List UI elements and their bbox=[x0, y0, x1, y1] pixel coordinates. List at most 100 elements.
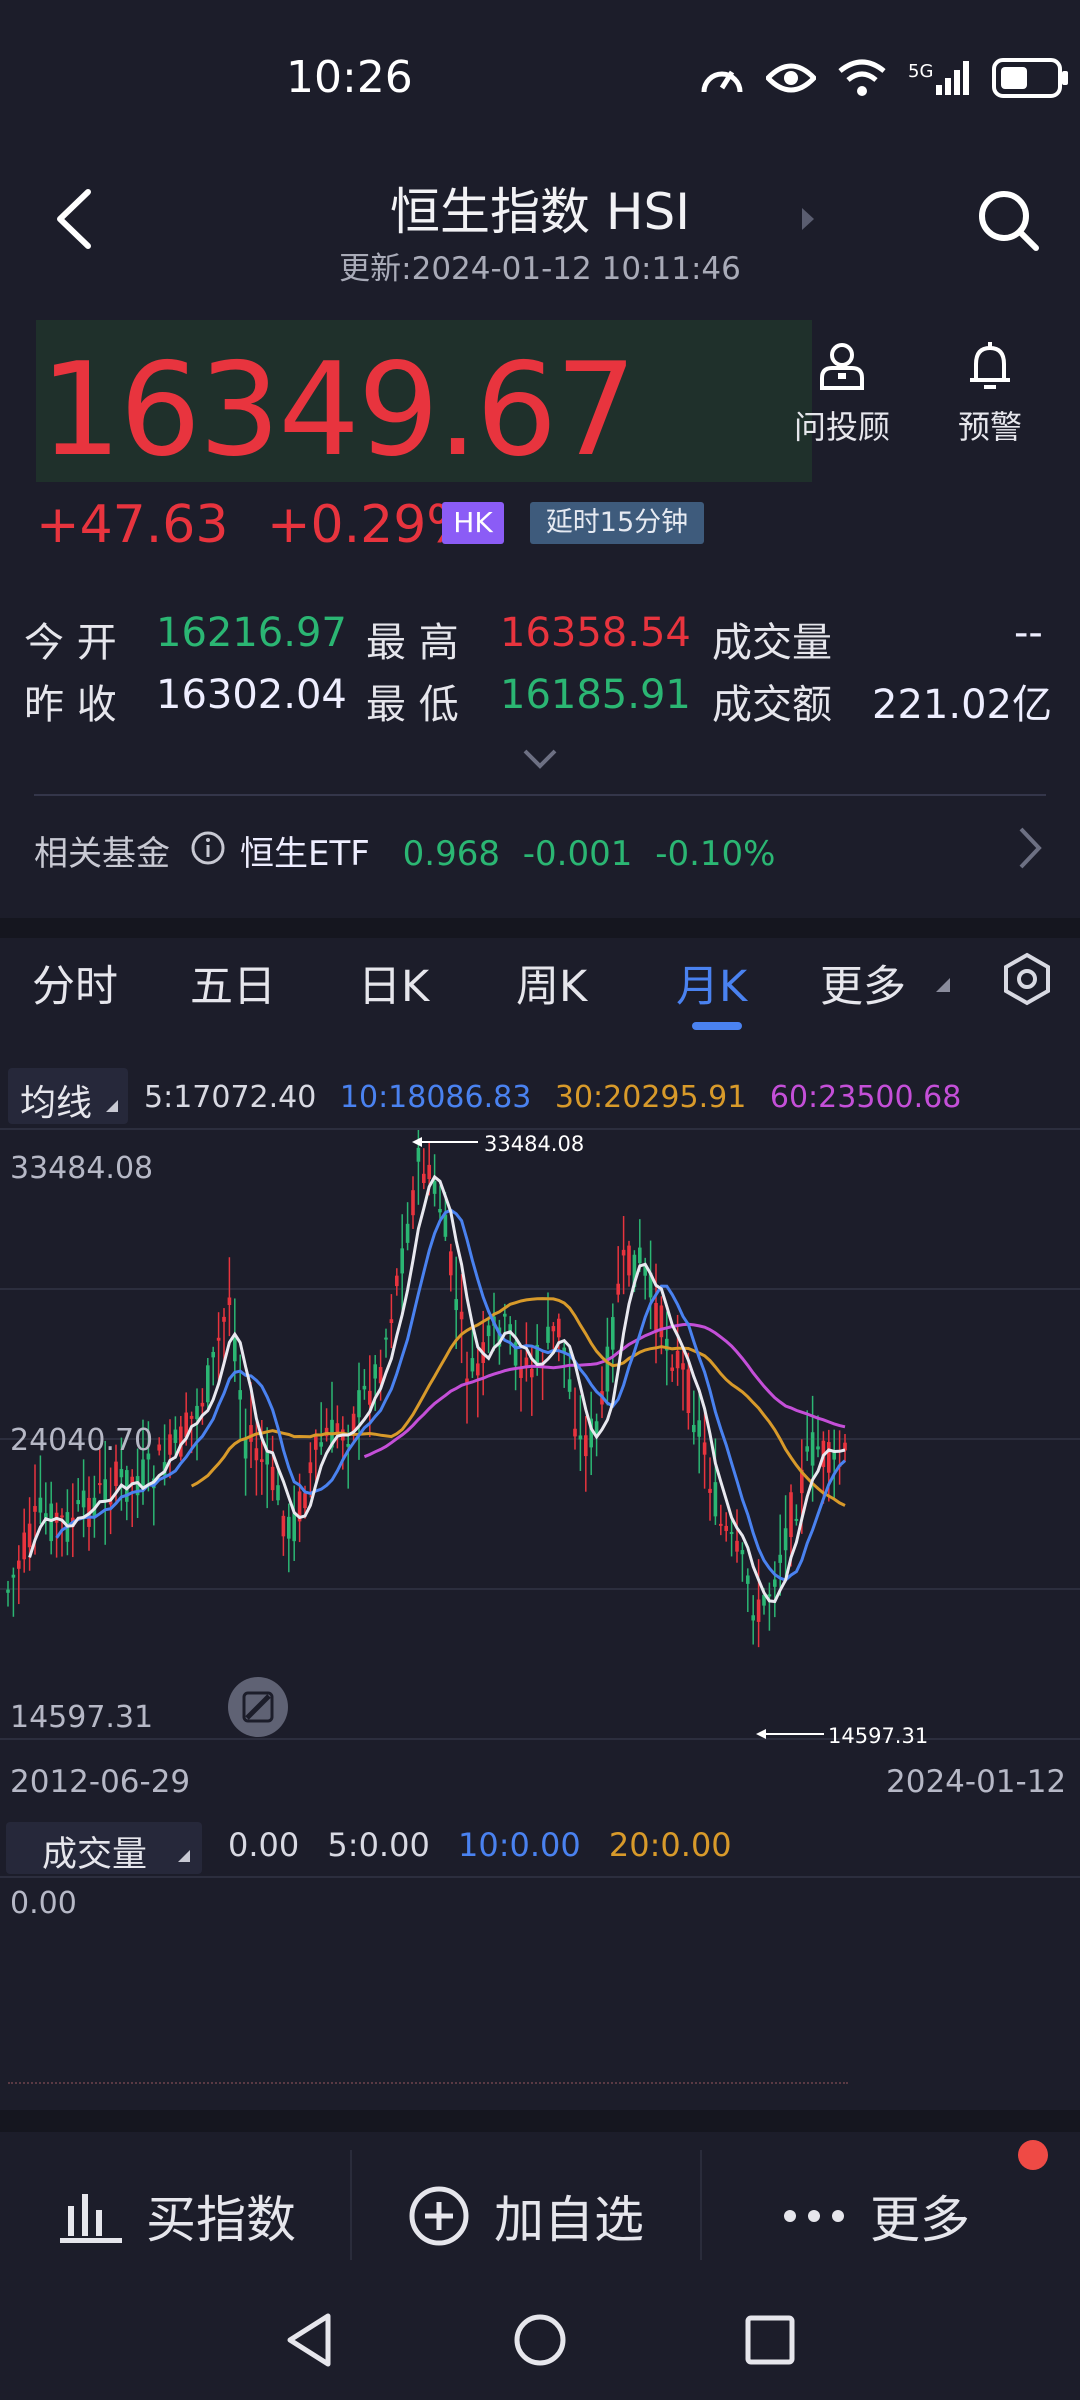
candle-body bbox=[368, 1390, 372, 1405]
open-value: 16216.97 bbox=[156, 610, 347, 656]
divider bbox=[34, 794, 1046, 796]
x-start-label: 2012-06-29 bbox=[10, 1764, 191, 1800]
candle-body bbox=[611, 1317, 615, 1350]
candle-body bbox=[6, 1589, 10, 1593]
volume-baseline bbox=[8, 2082, 848, 2084]
nav-home-icon[interactable] bbox=[512, 2312, 568, 2368]
candle-body bbox=[767, 1594, 772, 1597]
candlestick-chart[interactable]: 33484.08 24040.70 14597.31 33484.08 1459… bbox=[0, 1125, 1080, 1745]
page-title: 恒生指数 HSI bbox=[390, 183, 690, 241]
active-tab-indicator bbox=[692, 1022, 742, 1030]
candle-body bbox=[287, 1516, 291, 1539]
volume-ma20: 20:0.00 bbox=[608, 1826, 732, 1864]
candle-body bbox=[816, 1446, 820, 1450]
y-high-label: 33484.08 bbox=[10, 1151, 153, 1186]
more-button[interactable]: 更多 bbox=[782, 2180, 970, 2252]
tab-intraday[interactable]: 分时 bbox=[32, 952, 118, 1014]
candle-body bbox=[470, 1358, 475, 1372]
candle-body bbox=[243, 1438, 248, 1459]
crosshair-toggle[interactable] bbox=[228, 1677, 288, 1737]
ma-values: 5:17072.40 10:18086.83 30:20295.91 60:23… bbox=[144, 1080, 961, 1115]
candle-body bbox=[578, 1435, 583, 1440]
candle-body bbox=[729, 1532, 734, 1535]
candle-body bbox=[719, 1523, 723, 1526]
bottom-divider bbox=[700, 2150, 702, 2260]
advisor-button[interactable]: 问投顾 bbox=[782, 340, 902, 448]
wifi-icon bbox=[838, 59, 886, 96]
candle-body bbox=[33, 1506, 37, 1512]
tab-monthly-k[interactable]: 月K bbox=[676, 952, 747, 1014]
signal-icon bbox=[936, 61, 970, 95]
candle-body bbox=[103, 1479, 107, 1503]
more-dots-icon bbox=[784, 2210, 844, 2222]
candle-body bbox=[38, 1497, 43, 1513]
candle-body bbox=[211, 1351, 215, 1358]
candle-body bbox=[362, 1385, 367, 1390]
battery-icon bbox=[992, 58, 1069, 98]
ma60-line bbox=[363, 1322, 846, 1459]
candle-body bbox=[827, 1442, 831, 1473]
more-label: 更多 bbox=[870, 2191, 970, 2249]
candle-body bbox=[200, 1402, 205, 1407]
candle-body bbox=[373, 1364, 377, 1379]
volume-top-grid bbox=[0, 1876, 1080, 1878]
candle-body bbox=[751, 1615, 755, 1621]
nav-back-icon[interactable] bbox=[284, 2312, 334, 2368]
settings-icon[interactable] bbox=[1000, 952, 1054, 1006]
candle-body bbox=[638, 1247, 642, 1264]
tab-more[interactable]: 更多 bbox=[820, 952, 906, 1014]
candle-body bbox=[157, 1444, 161, 1451]
candle-body bbox=[254, 1448, 259, 1461]
candle-body bbox=[783, 1528, 788, 1551]
search-icon[interactable] bbox=[976, 188, 1042, 254]
bottom-separator bbox=[0, 2110, 1080, 2132]
ma-selector-label: 均线 bbox=[20, 1083, 93, 1124]
candle-body bbox=[519, 1367, 523, 1378]
buy-index-button[interactable]: 买指数 bbox=[60, 2180, 296, 2252]
expand-chevron-icon[interactable] bbox=[522, 748, 558, 770]
candle-body bbox=[216, 1337, 221, 1341]
candle-body bbox=[357, 1390, 361, 1418]
candle-body bbox=[17, 1560, 21, 1569]
candle-body bbox=[546, 1326, 550, 1343]
dropdown-triangle-icon bbox=[936, 978, 950, 992]
add-watchlist-button[interactable]: 加自选 bbox=[408, 2180, 644, 2252]
add-circle-icon bbox=[409, 2186, 469, 2246]
tab-five-day[interactable]: 五日 bbox=[190, 952, 276, 1014]
candle-body bbox=[314, 1435, 318, 1450]
nav-recents-icon[interactable] bbox=[744, 2314, 796, 2366]
alert-label: 预警 bbox=[957, 408, 1022, 446]
next-arrow-icon[interactable] bbox=[800, 206, 816, 232]
alert-button[interactable]: 预警 bbox=[930, 340, 1050, 448]
candle-body bbox=[659, 1305, 664, 1338]
update-time: 更新:2024-01-12 10:11:46 bbox=[339, 251, 741, 287]
candle-body bbox=[308, 1462, 313, 1474]
candle-body bbox=[584, 1435, 588, 1457]
ma60-value: 60:23500.68 bbox=[769, 1080, 962, 1115]
candle-body bbox=[49, 1503, 53, 1542]
candle-body bbox=[627, 1245, 631, 1276]
min-marker: 14597.31 bbox=[756, 1724, 928, 1745]
candle-body bbox=[805, 1446, 809, 1452]
related-fund-row[interactable]: 相关基金 bbox=[34, 826, 170, 875]
min-marker-label: 14597.31 bbox=[828, 1724, 928, 1745]
candle-body bbox=[692, 1424, 696, 1433]
low-label: 最 低 bbox=[366, 682, 459, 728]
candle-body bbox=[476, 1363, 480, 1376]
candle-body bbox=[708, 1488, 712, 1493]
tab-weekly-k[interactable]: 周K bbox=[516, 952, 587, 1014]
high-label: 最 高 bbox=[366, 620, 459, 666]
candle-body bbox=[233, 1337, 237, 1362]
candle-body bbox=[292, 1513, 296, 1542]
candle-body bbox=[746, 1575, 750, 1584]
ma5-value: 5:17072.40 bbox=[144, 1080, 317, 1115]
candle-body bbox=[384, 1337, 388, 1340]
buy-index-label: 买指数 bbox=[146, 2191, 296, 2249]
tab-daily-k[interactable]: 日K bbox=[358, 952, 429, 1014]
candle-body bbox=[416, 1147, 421, 1162]
info-icon[interactable] bbox=[190, 830, 226, 866]
status-icons: 5G bbox=[700, 58, 1070, 98]
chevron-right-icon[interactable] bbox=[1018, 826, 1042, 870]
candle-body bbox=[11, 1574, 16, 1578]
candle-body bbox=[238, 1390, 242, 1400]
